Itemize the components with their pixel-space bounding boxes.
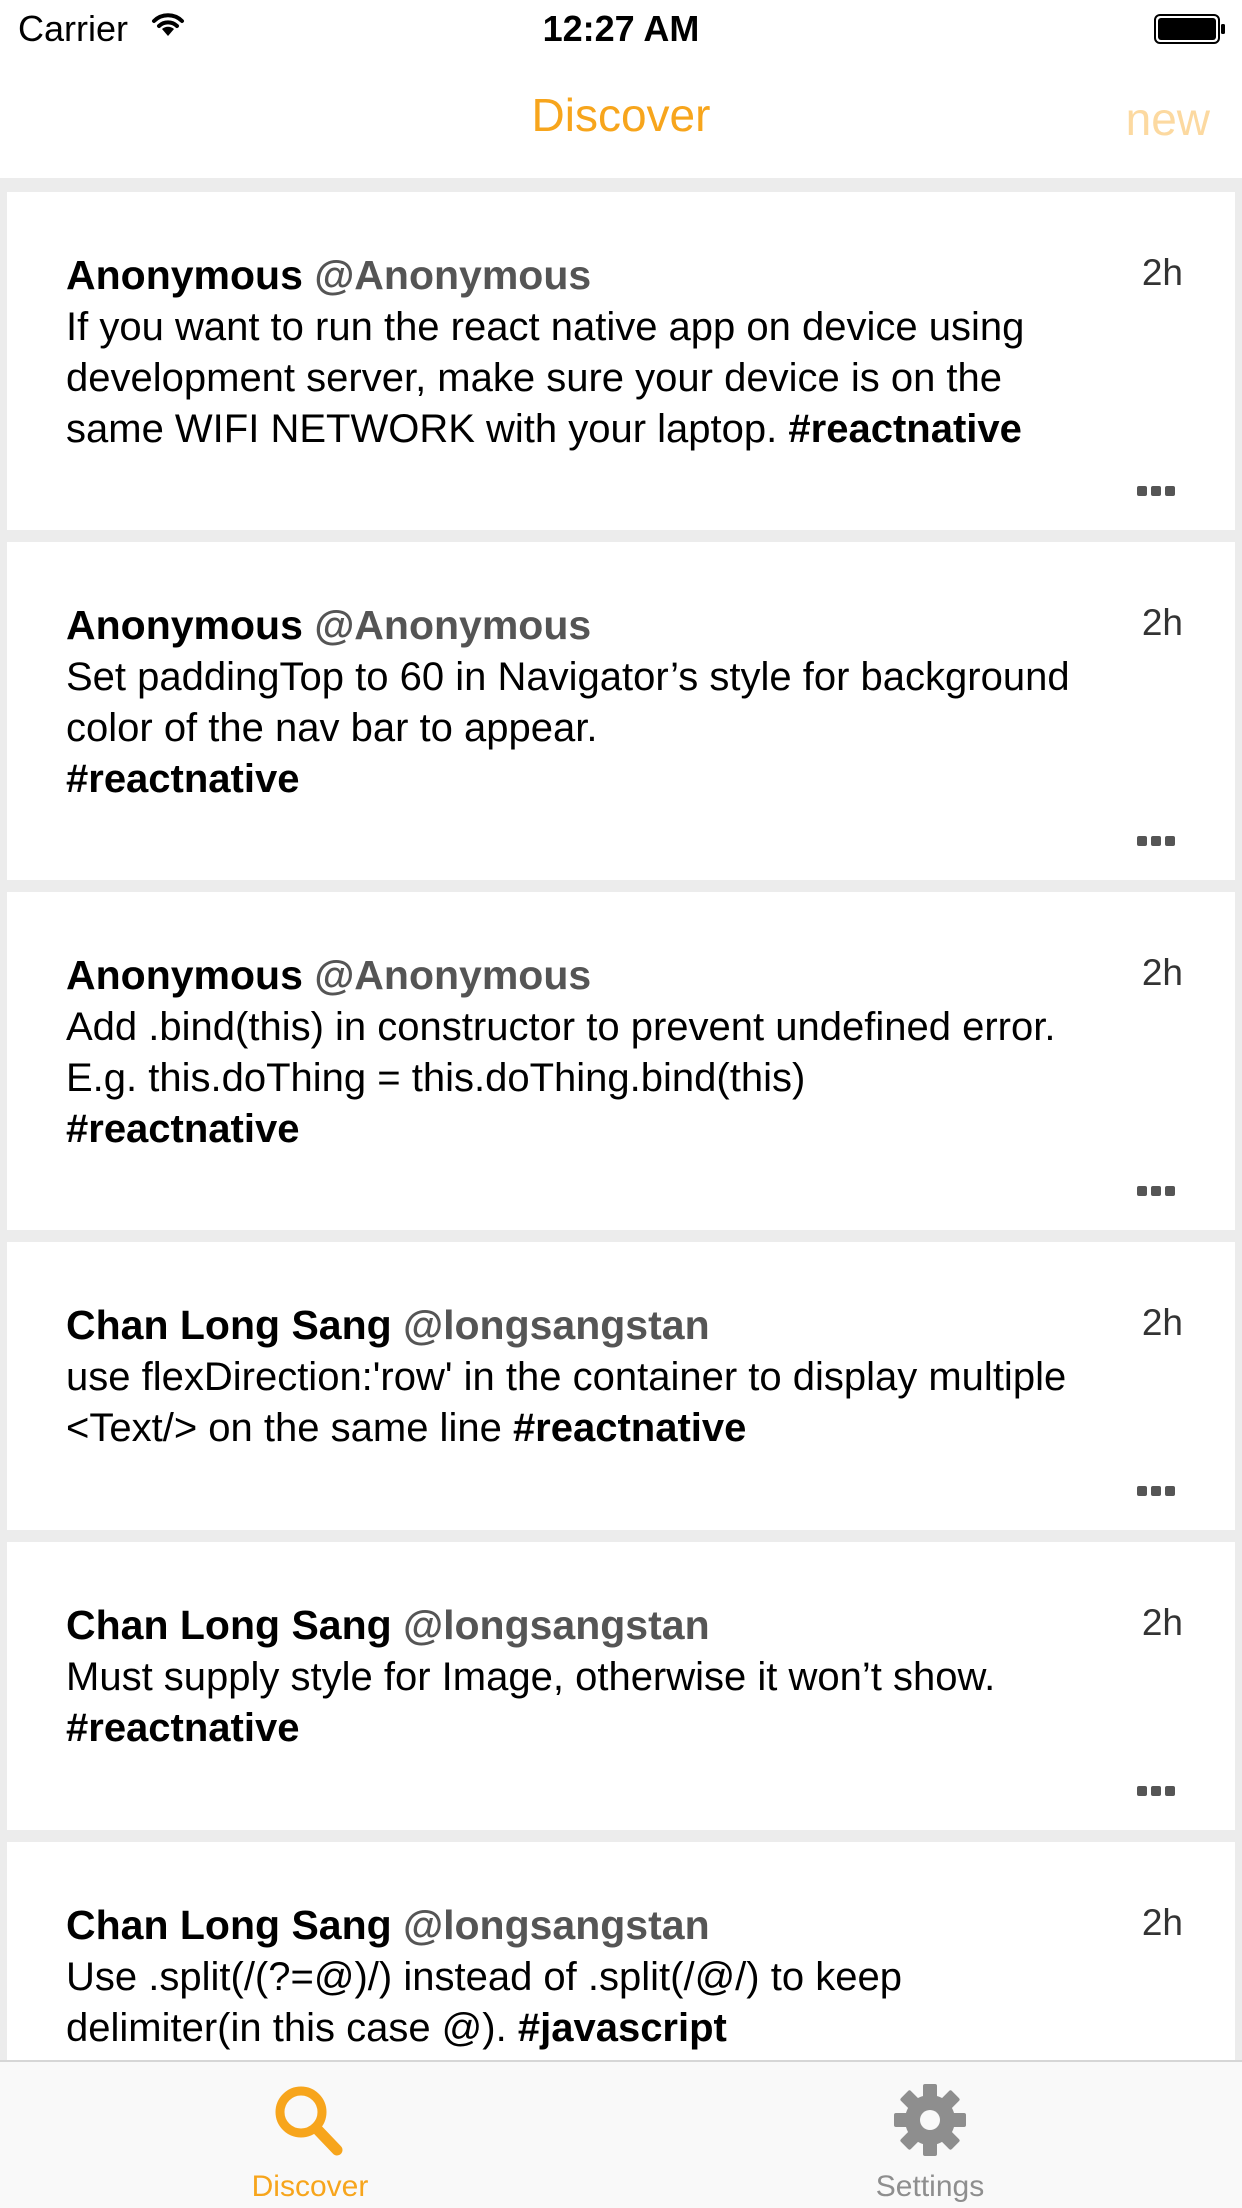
post-text-line: If you want to run the react native app … [66,302,1196,353]
post-card[interactable]: Chan Long Sang @longsangstan 2h use flex… [7,1242,1235,1530]
post-author-name: Chan Long Sang [66,1302,392,1348]
post-body: Must supply style for Image, otherwise i… [66,1652,1196,1754]
post-text-line: #reactnative [66,754,1196,805]
post-text-line: development server, make sure your devic… [66,353,1196,404]
post-text-line: <Text/> on the same line #reactnative [66,1403,1196,1454]
post-header: Chan Long Sang @longsangstan [66,1902,710,1949]
post-body: Set paddingTop to 60 in Navigator’s styl… [66,652,1196,805]
post-text-line: use flexDirection:'row' in the container… [66,1352,1196,1403]
post-text: same WIFI NETWORK with your laptop. [66,407,789,451]
post-card[interactable]: Chan Long Sang @longsangstan 2h Use .spl… [7,1842,1235,2060]
post-text: Set paddingTop to 60 in Navigator’s styl… [66,655,1070,699]
hashtag-link[interactable]: #reactnative [66,757,299,801]
post-card[interactable]: Anonymous @Anonymous 2h If you want to r… [7,192,1235,530]
hashtag-link[interactable]: #reactnative [66,1706,299,1750]
post-text: color of the nav bar to appear. [66,706,598,750]
hashtag-link[interactable]: #reactnative [513,1406,746,1450]
post-text-line: Must supply style for Image, otherwise i… [66,1652,1196,1703]
page-title: Discover [531,89,711,141]
post-text: delimiter(in this case @). [66,2006,518,2050]
more-options-icon[interactable] [1137,1486,1175,1496]
tab-label: Settings [875,2170,985,2203]
gear-icon [890,2080,970,2165]
post-body: If you want to run the react native app … [66,302,1196,455]
post-author-handle: @Anonymous [314,252,592,298]
status-time: 12:27 AM [542,8,700,49]
post-timestamp: 2h [1141,602,1183,643]
post-timestamp: 2h [1141,1602,1183,1643]
tab-label: Discover [251,2170,369,2203]
post-text: If you want to run the react native app … [66,305,1025,349]
post-text-line: same WIFI NETWORK with your laptop. #rea… [66,404,1196,455]
more-options-icon[interactable] [1137,836,1175,846]
post-author-handle: @longsangstan [403,1602,710,1648]
nav-bar: Discover new [0,60,1242,178]
post-author-name: Anonymous [66,602,303,648]
post-text-line: #reactnative [66,1703,1196,1754]
post-text-line: Set paddingTop to 60 in Navigator’s styl… [66,652,1196,703]
search-icon [265,2080,355,2165]
post-timestamp: 2h [1141,1902,1183,1943]
post-text: Add .bind(this) in constructor to preven… [66,1005,1056,1049]
more-options-icon[interactable] [1137,1786,1175,1796]
post-body: Add .bind(this) in constructor to preven… [66,1002,1196,1155]
post-header: Anonymous @Anonymous [66,952,591,999]
post-text: development server, make sure your devic… [66,356,1003,400]
post-text-line: delimiter(in this case @). #javascript [66,2003,1196,2054]
post-author-handle: @Anonymous [314,602,592,648]
post-author-name: Anonymous [66,252,303,298]
tab-discover[interactable]: Discover [155,2062,465,2208]
post-header: Anonymous @Anonymous [66,252,591,299]
new-post-button[interactable]: new [1126,92,1210,146]
post-feed[interactable]: Anonymous @Anonymous 2h If you want to r… [0,178,1242,2060]
post-author-name: Chan Long Sang [66,1602,392,1648]
post-text: Use .split(/(?=@)/) instead of .split(/@… [66,1955,902,1999]
post-body: Use .split(/(?=@)/) instead of .split(/@… [66,1952,1196,2054]
post-author-name: Anonymous [66,952,303,998]
tab-bar: Discover Settings [0,2060,1242,2208]
post-text-line: Use .split(/(?=@)/) instead of .split(/@… [66,1952,1196,2003]
post-card[interactable]: Anonymous @Anonymous 2h Add .bind(this) … [7,892,1235,1230]
post-text-line: E.g. this.doThing = this.doThing.bind(th… [66,1053,1196,1104]
post-text-line: color of the nav bar to appear. [66,703,1196,754]
post-author-handle: @longsangstan [403,1302,710,1348]
hashtag-link[interactable]: #javascript [518,2006,727,2050]
post-text: Must supply style for Image, otherwise i… [66,1655,996,1699]
post-timestamp: 2h [1141,952,1183,993]
post-author-name: Chan Long Sang [66,1902,392,1948]
hashtag-link[interactable]: #reactnative [66,1107,299,1151]
more-options-icon[interactable] [1137,486,1175,496]
post-card[interactable]: Anonymous @Anonymous 2h Set paddingTop t… [7,542,1235,880]
post-header: Chan Long Sang @longsangstan [66,1302,710,1349]
post-text: E.g. this.doThing = this.doThing.bind(th… [66,1056,806,1100]
post-author-handle: @longsangstan [403,1902,710,1948]
post-card[interactable]: Chan Long Sang @longsangstan 2h Must sup… [7,1542,1235,1830]
more-options-icon[interactable] [1137,1186,1175,1196]
post-timestamp: 2h [1141,1302,1183,1343]
post-header: Anonymous @Anonymous [66,602,591,649]
post-timestamp: 2h [1141,252,1183,293]
battery-icon [1154,14,1226,49]
post-author-handle: @Anonymous [314,952,592,998]
post-text-line: Add .bind(this) in constructor to preven… [66,1002,1196,1053]
status-bar: Carrier 12:27 AM [0,0,1242,60]
hashtag-link[interactable]: #reactnative [788,407,1021,451]
post-text-line: #reactnative [66,1104,1196,1155]
post-text: <Text/> on the same line [66,1406,513,1450]
tab-settings[interactable]: Settings [775,2062,1085,2208]
post-text: use flexDirection:'row' in the container… [66,1355,1067,1399]
post-body: use flexDirection:'row' in the container… [66,1352,1196,1454]
post-header: Chan Long Sang @longsangstan [66,1602,710,1649]
